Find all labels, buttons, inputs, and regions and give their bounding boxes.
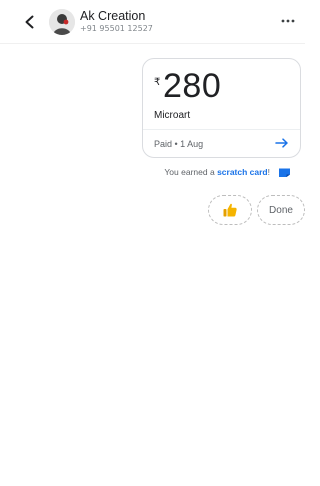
back-arrow-icon (25, 15, 34, 29)
card-divider (143, 129, 300, 130)
back-button[interactable] (18, 10, 42, 34)
scratch-card-link[interactable]: scratch card (217, 167, 268, 177)
contact-phone: +91 95501 12527 (80, 24, 153, 33)
done-reply-button[interactable]: Done (257, 195, 305, 225)
scratch-card-icon (279, 168, 290, 177)
scratch-card-message: You earned a scratch card! (164, 165, 291, 179)
currency-symbol: ₹ (154, 77, 161, 88)
payment-status: Paid • 1 Aug (154, 139, 204, 149)
arrow-right-icon (275, 138, 288, 148)
more-dots-icon (281, 19, 295, 23)
scratch-prefix: You earned a (164, 167, 215, 177)
payee-name: Microart (154, 110, 191, 121)
chat-header: Ak Creation +91 95501 12527 (0, 0, 305, 44)
thumbs-up-icon (223, 203, 237, 217)
thumbs-up-reply-button[interactable] (208, 195, 252, 225)
avatar[interactable] (49, 9, 75, 35)
payment-card[interactable]: ₹ 280 Microart Paid • 1 Aug (142, 58, 301, 158)
more-options-button[interactable] (279, 12, 297, 30)
avatar-image (49, 9, 75, 35)
scratch-message-text: You earned a scratch card! (164, 167, 270, 177)
done-reply-label: Done (269, 204, 293, 216)
scratch-suffix: ! (267, 167, 270, 177)
contact-name[interactable]: Ak Creation (80, 9, 145, 23)
payment-details-button[interactable] (273, 134, 291, 152)
payment-amount: 280 (163, 67, 222, 105)
